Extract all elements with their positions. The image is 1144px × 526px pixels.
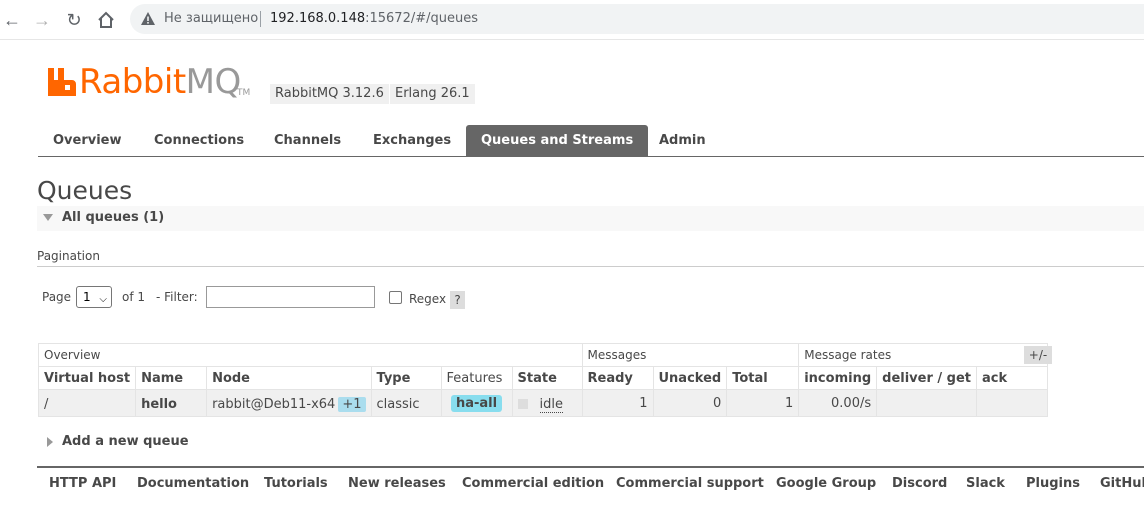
tab-queues-and-streams[interactable]: Queues and Streams — [466, 125, 649, 157]
page-count-label: of 1 — [122, 290, 146, 304]
tab-admin[interactable]: Admin — [644, 125, 721, 157]
url-path: :15672/#/queues — [365, 11, 478, 26]
footer-link-documentation[interactable]: Documentation — [137, 476, 249, 491]
cell-ready: 1 — [581, 389, 654, 417]
state-text: idle — [539, 397, 563, 413]
footer-link-commercial-edition[interactable]: Commercial edition — [462, 476, 604, 491]
cell-state: idle — [511, 389, 583, 417]
col-ack[interactable]: ack — [976, 366, 1049, 390]
footer-link-new-releases[interactable]: New releases — [348, 476, 446, 491]
col-virtual-host[interactable]: Virtual host — [37, 366, 137, 390]
tab-channels[interactable]: Channels — [259, 125, 356, 157]
regex-checkbox[interactable] — [389, 291, 402, 304]
pagination-title: Pagination — [37, 249, 100, 263]
mirror-count-badge: +1 — [338, 397, 366, 412]
page-select-value: 1 — [83, 290, 91, 304]
col-node[interactable]: Node — [206, 366, 372, 390]
logo-mq: MQ — [185, 62, 242, 102]
tab-exchanges[interactable]: Exchanges — [358, 125, 466, 157]
queues-table: Overview Messages Message rates Virtual … — [37, 343, 1049, 417]
cell-virtual-host: / — [37, 389, 137, 417]
collapse-triangle-icon — [43, 214, 53, 221]
cell-queue-name-link[interactable]: hello — [135, 389, 208, 417]
cell-node: rabbit@Deb11-x64 +1 — [206, 389, 372, 417]
chevron-down-icon: ⌵ — [99, 294, 107, 305]
col-features[interactable]: Features — [440, 366, 513, 390]
logo-rabbit: Rabbit — [79, 62, 186, 102]
page-label: Page — [42, 290, 72, 304]
table-group-header-row: Overview Messages Message rates — [38, 343, 1049, 367]
logo-trademark: TM — [237, 88, 251, 98]
footer-link-tutorials[interactable]: Tutorials — [264, 476, 328, 491]
footer-link-slack[interactable]: Slack — [966, 476, 1005, 491]
all-queues-section-toggle[interactable]: All queues (1) — [37, 206, 1144, 231]
col-name[interactable]: Name — [135, 366, 208, 390]
regex-label: Regex — [409, 292, 447, 306]
tab-overview[interactable]: Overview — [38, 125, 137, 157]
group-message-rates: Message rates — [798, 343, 1049, 367]
col-incoming[interactable]: incoming — [798, 366, 878, 390]
home-icon[interactable] — [94, 8, 118, 32]
arrow-right-icon[interactable]: → — [30, 8, 54, 32]
page-title: Queues — [37, 176, 133, 205]
section-label: All queues (1) — [62, 210, 165, 225]
node-name: rabbit@Deb11-x64 — [212, 397, 336, 412]
footer-link-discord[interactable]: Discord — [892, 476, 947, 491]
table-row[interactable]: / hello rabbit@Deb11-x64 +1 classic ha-al… — [37, 389, 1049, 417]
filter-input[interactable] — [206, 286, 375, 308]
col-type[interactable]: Type — [370, 366, 442, 390]
expand-triangle-icon — [47, 437, 53, 447]
cell-incoming: 0.00/s — [798, 389, 878, 417]
browser-toolbar: ← → ↻ Не защищено 192.168.0.148:15672/#/… — [0, 0, 1144, 40]
regex-help-button[interactable]: ? — [450, 291, 465, 309]
cell-unacked: 0 — [652, 389, 728, 417]
page-select[interactable]: 1 ⌵ — [76, 286, 112, 308]
erlang-version-badge: Erlang 26.1 — [390, 84, 475, 104]
footer-link-github[interactable]: GitHub — [1100, 476, 1144, 491]
arrow-left-icon[interactable]: ← — [0, 8, 24, 32]
filter-label: - Filter: — [156, 290, 198, 304]
add-queue-label: Add a new queue — [62, 434, 189, 449]
group-messages: Messages — [581, 343, 800, 367]
rabbitmq-version-badge: RabbitMQ 3.12.6 — [270, 84, 389, 104]
policy-badge[interactable]: ha-all — [450, 394, 503, 412]
rabbit-logo-icon — [48, 68, 76, 96]
columns-toggle-button[interactable]: +/- — [1024, 346, 1052, 364]
address-bar[interactable]: Не защищено 192.168.0.148:15672/#/queues — [130, 4, 1144, 34]
footer-link-http-api[interactable]: HTTP API — [49, 476, 116, 491]
col-ready[interactable]: Ready — [581, 366, 654, 390]
footer-link-commercial-support[interactable]: Commercial support — [616, 476, 764, 491]
logo-wordmark: RabbitMQ — [79, 62, 241, 102]
main-tabs: Overview Connections Channels Exchanges … — [38, 125, 1144, 157]
warning-icon[interactable] — [140, 11, 156, 27]
url-separator — [260, 11, 261, 27]
tab-connections[interactable]: Connections — [139, 125, 259, 157]
footer-link-plugins[interactable]: Plugins — [1026, 476, 1080, 491]
cell-type: classic — [370, 389, 442, 417]
group-overview: Overview — [38, 343, 583, 367]
col-deliver-get[interactable]: deliver / get — [876, 366, 978, 390]
footer-divider — [37, 466, 1144, 468]
security-label[interactable]: Не защищено — [164, 11, 258, 26]
state-indicator-icon — [517, 399, 528, 409]
cell-deliver-get — [876, 389, 978, 417]
table-column-header-row: Virtual host Name Node Type Features Sta… — [37, 366, 1049, 390]
col-state[interactable]: State — [511, 366, 583, 390]
reload-icon[interactable]: ↻ — [62, 8, 86, 32]
url-host: 192.168.0.148 — [270, 11, 366, 26]
col-total[interactable]: Total — [726, 366, 800, 390]
cell-features: ha-all — [440, 389, 513, 417]
footer-link-google-group[interactable]: Google Group — [776, 476, 876, 491]
url-text[interactable]: 192.168.0.148:15672/#/queues — [270, 11, 478, 26]
cell-ack — [976, 389, 1049, 417]
col-unacked[interactable]: Unacked — [652, 366, 728, 390]
cell-total: 1 — [726, 389, 800, 417]
pagination-divider — [37, 266, 1144, 267]
